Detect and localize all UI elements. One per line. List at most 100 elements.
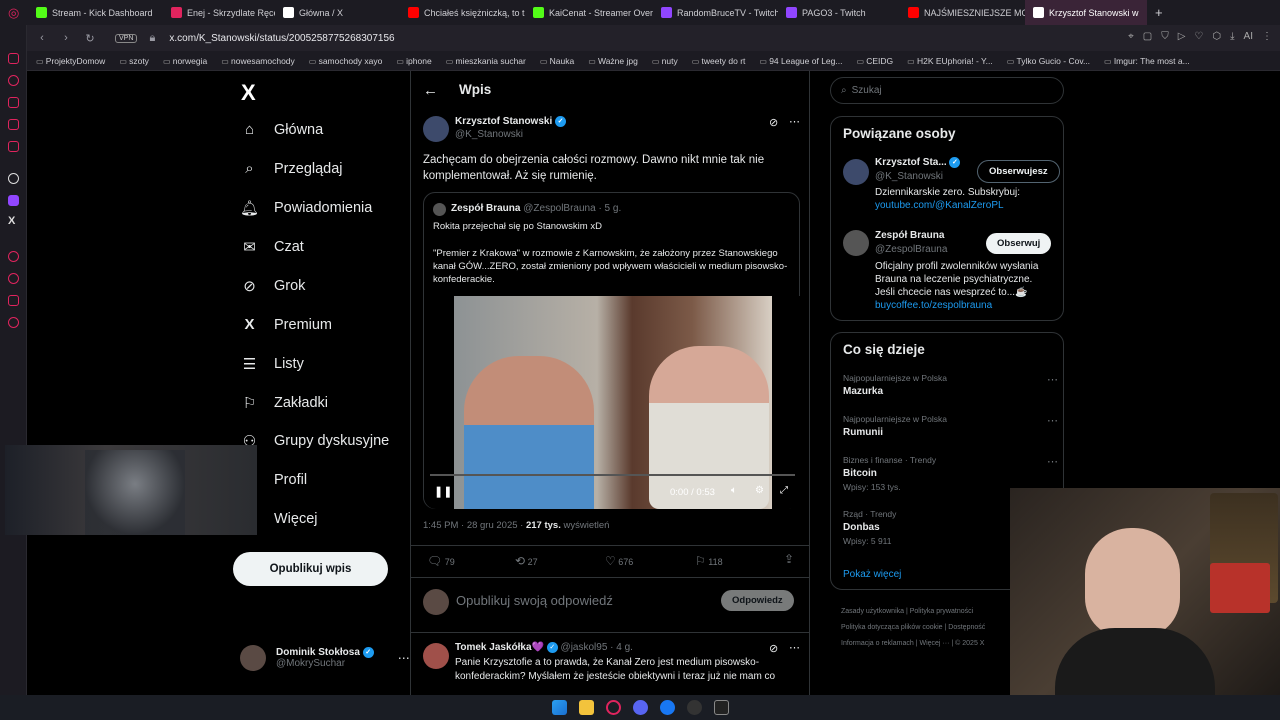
sidebar-app-icon[interactable] bbox=[8, 141, 19, 152]
browser-tab[interactable]: Enej - Skrzydlate Ręce (M bbox=[163, 0, 275, 25]
fullscreen-icon[interactable]: ⤢ bbox=[780, 485, 788, 496]
facebook-icon[interactable] bbox=[659, 700, 675, 715]
footer-link[interactable]: Więcej ··· bbox=[919, 640, 949, 647]
footer-link[interactable]: Polityka prywatności bbox=[910, 608, 973, 615]
bookmark-action[interactable]: ⚐ 118 bbox=[695, 554, 723, 568]
avatar[interactable] bbox=[423, 643, 449, 669]
bookmark-item[interactable]: H2K EUphoria! - Y... bbox=[907, 56, 993, 66]
sidebar-app-icon[interactable] bbox=[8, 97, 19, 108]
follow-button[interactable]: Obserwuj bbox=[986, 233, 1052, 254]
account-switcher[interactable]: Dominik Stokłosa ✓ @MokrySuchar ⋯ bbox=[240, 645, 410, 671]
browser-tab[interactable]: RandomBruceTV - Twitch bbox=[653, 0, 778, 25]
pin-icon[interactable]: ⌖ bbox=[1128, 31, 1134, 42]
following-button[interactable]: Obserwujesz bbox=[977, 160, 1060, 183]
bookmark-item[interactable]: nuty bbox=[652, 56, 678, 66]
browser-tab[interactable]: Chciałeś księżniczką, to t bbox=[400, 0, 525, 25]
bookmark-item[interactable]: 94 League of Leg... bbox=[759, 56, 842, 66]
video-player[interactable]: ❚❚ 0:00 / 0:53 🔈︎ ⚙ ⤢ bbox=[424, 296, 801, 509]
screenshot-icon[interactable]: ▢ bbox=[1143, 31, 1152, 42]
trend-item[interactable]: Biznes i finanse · Trendy Bitcoin Wpisy:… bbox=[843, 455, 1058, 492]
bookmark-item[interactable]: CEIDG bbox=[856, 56, 893, 66]
person-link[interactable]: buycoffee.to/zespolbrauna bbox=[875, 300, 992, 311]
bookmark-item[interactable]: Imgur: The most a... bbox=[1104, 56, 1190, 66]
nav-item-chat[interactable]: ✉ Czat bbox=[241, 238, 304, 256]
video-progress-bar[interactable] bbox=[430, 474, 795, 476]
back-arrow-icon[interactable]: ← bbox=[423, 82, 438, 99]
reload-icon[interactable]: ↻ bbox=[81, 32, 99, 45]
bookmark-item[interactable]: nowesamochody bbox=[221, 56, 295, 66]
extensions-icon[interactable]: ⬡ bbox=[1212, 31, 1221, 42]
post-button[interactable]: Opublikuj wpis bbox=[233, 552, 388, 586]
more-icon[interactable]: ⋯ bbox=[1047, 373, 1058, 386]
browser-tab-active[interactable]: Krzysztof Stanowski w bbox=[1025, 0, 1147, 25]
bookmark-item[interactable]: mieszkania suchar bbox=[446, 56, 525, 66]
twitch-icon[interactable] bbox=[8, 195, 19, 206]
browser-tab[interactable]: KaiCenat - Streamer Over bbox=[525, 0, 653, 25]
bookmark-item[interactable]: norwegia bbox=[163, 56, 208, 66]
heart-icon[interactable]: ♡ bbox=[1194, 31, 1203, 42]
new-tab-button[interactable]: + bbox=[1147, 0, 1171, 25]
browser-tab[interactable]: Stream - Kick Dashboard bbox=[28, 0, 163, 25]
comment-header[interactable]: Tomek Jaskółka💜 ✓ @jaskol95 · 4 g. bbox=[455, 642, 633, 653]
browser-tab[interactable]: NAJŚMIESZNIEJSZE MO bbox=[900, 0, 1025, 25]
discord-icon[interactable] bbox=[632, 700, 648, 715]
vpn-badge[interactable]: VPN bbox=[115, 33, 138, 43]
share-icon[interactable]: ⇪ bbox=[784, 552, 794, 566]
nav-item-home[interactable]: ⌂ Główna bbox=[241, 121, 323, 138]
back-icon[interactable]: ‹ bbox=[33, 32, 51, 44]
quoted-post[interactable]: Zespół Brauna @ZespolBrauna · 5 g. Rokit… bbox=[423, 192, 801, 509]
grok-icon[interactable]: ⊘ bbox=[769, 642, 778, 655]
settings-icon[interactable] bbox=[8, 317, 19, 328]
bookmark-item[interactable]: Ważne jpg bbox=[588, 56, 638, 66]
nav-item-bookmarks[interactable]: ⚐ Zakładki bbox=[241, 394, 328, 412]
person-name[interactable]: Krzysztof Sta... ✓ bbox=[875, 157, 961, 168]
file-explorer-icon[interactable] bbox=[578, 700, 594, 715]
bookmark-item[interactable]: Nauka bbox=[540, 56, 575, 66]
reply-action[interactable]: 🗨︎ 79 bbox=[427, 554, 455, 568]
bookmark-item[interactable]: samochody xayo bbox=[309, 56, 383, 66]
nav-item-premium[interactable]: X Premium bbox=[241, 316, 332, 333]
sidebar-app-icon[interactable] bbox=[8, 119, 19, 130]
more-icon[interactable]: ⋯ bbox=[1047, 455, 1058, 468]
nav-item-grok[interactable]: ⊘ Grok bbox=[241, 277, 305, 295]
bookmark-item[interactable]: iphone bbox=[396, 56, 432, 66]
post-author[interactable]: Krzysztof Stanowski ✓ bbox=[455, 116, 567, 127]
footer-link[interactable]: Informacja o reklamach bbox=[841, 640, 914, 647]
person-name[interactable]: Zespół Brauna bbox=[875, 230, 944, 241]
terminal-icon[interactable] bbox=[713, 700, 729, 715]
avatar[interactable] bbox=[843, 230, 869, 256]
sidebar-app-icon[interactable] bbox=[8, 251, 19, 262]
reply-button[interactable]: Odpowiedz bbox=[721, 590, 794, 611]
bookmark-item[interactable]: szoty bbox=[119, 56, 149, 66]
more-icon[interactable]: ⋯ bbox=[789, 115, 800, 128]
x-logo-icon[interactable]: X bbox=[241, 80, 256, 106]
forward-icon[interactable]: › bbox=[57, 32, 75, 44]
footer-link[interactable]: Polityka dotycząca plików cookie bbox=[841, 624, 943, 631]
settings-icon[interactable]: ⚙ bbox=[755, 485, 764, 496]
x-app-icon[interactable]: X bbox=[8, 215, 15, 227]
trend-item[interactable]: Najpopularniejsze w Polska Rumunii ⋯ bbox=[843, 414, 1058, 438]
opera-menu-icon[interactable]: ◎ bbox=[0, 0, 28, 25]
sidebar-app-icon[interactable] bbox=[8, 75, 19, 86]
shield-icon[interactable]: ⛉ bbox=[1161, 31, 1169, 42]
windows-start-icon[interactable] bbox=[551, 700, 567, 715]
ai-icon[interactable]: AI bbox=[1244, 31, 1253, 42]
like-action[interactable]: ♡ 676 bbox=[605, 554, 633, 568]
sidebar-app-icon[interactable] bbox=[8, 295, 19, 306]
sidebar-app-icon[interactable] bbox=[8, 53, 19, 64]
more-icon[interactable]: ⋯ bbox=[1047, 414, 1058, 427]
browser-tab[interactable]: PAGO3 - Twitch bbox=[778, 0, 900, 25]
pause-icon[interactable]: ❚❚ bbox=[434, 485, 452, 498]
reply-input[interactable]: Opublikuj swoją odpowiedź bbox=[456, 593, 613, 608]
download-icon[interactable]: ⤓ bbox=[1230, 31, 1234, 42]
steam-icon[interactable] bbox=[686, 700, 702, 715]
volume-icon[interactable]: 🔈︎ bbox=[731, 485, 737, 496]
play-icon[interactable]: ▷ bbox=[1178, 31, 1186, 42]
nav-item-explore[interactable]: ⌕ Przeglądaj bbox=[241, 160, 342, 177]
bookmark-item[interactable]: ProjektyDomow bbox=[36, 56, 106, 66]
menu-icon[interactable]: ⋮ bbox=[1262, 31, 1272, 42]
nav-item-communities[interactable]: ⚇ Grupy dyskusyjne bbox=[241, 432, 389, 450]
person-link[interactable]: youtube.com/@KanalZeroPL bbox=[875, 200, 1004, 211]
browser-tab[interactable]: Główna / X bbox=[275, 0, 400, 25]
avatar[interactable] bbox=[843, 159, 869, 185]
